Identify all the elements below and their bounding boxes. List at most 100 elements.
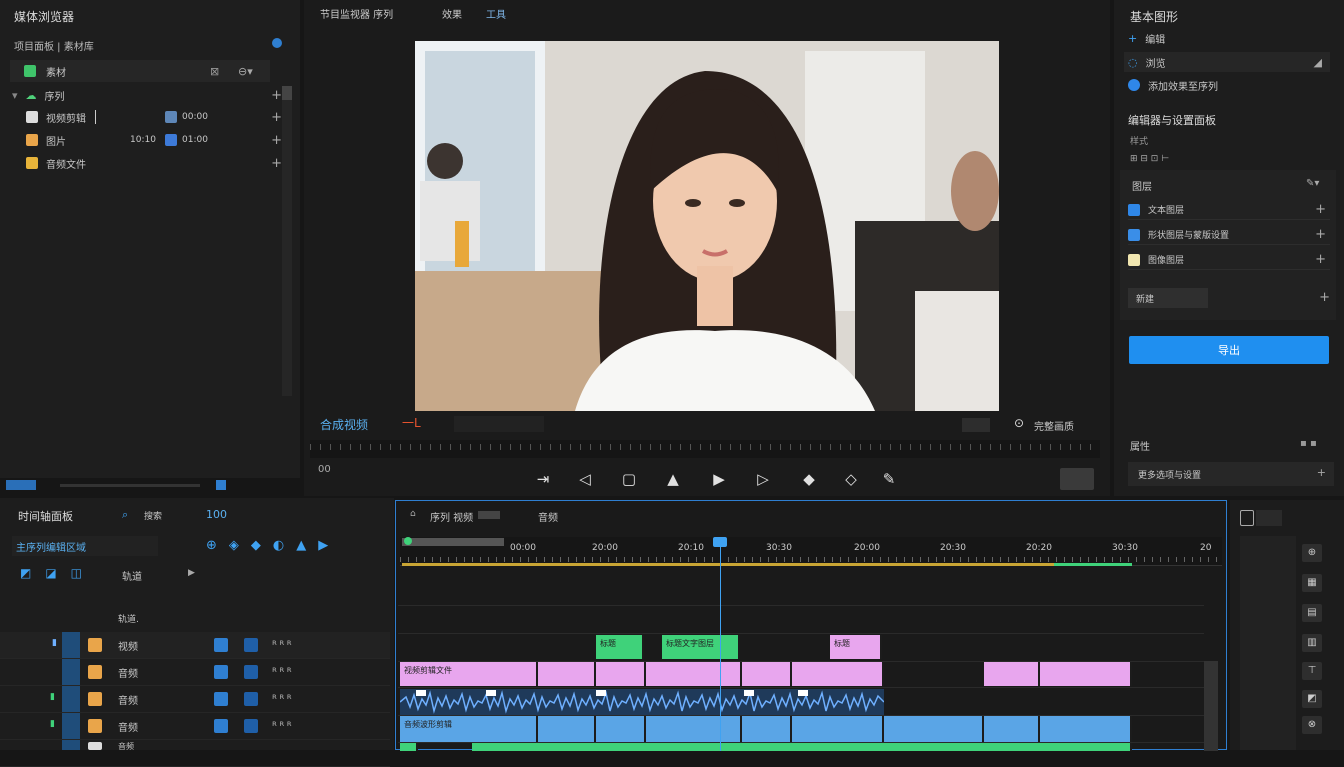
audio-clip[interactable]: 音频波形剪辑: [400, 716, 538, 742]
eye-icon[interactable]: [62, 713, 80, 739]
search-row[interactable]: 素材 ⊠ ⊖▾: [10, 60, 270, 82]
layer-image[interactable]: 图像图层 +: [1128, 250, 1330, 270]
list-view-icon[interactable]: ⊠: [210, 65, 219, 78]
mute-icon[interactable]: ▮: [50, 692, 55, 702]
hand-tool-icon[interactable]: ⊗: [1302, 716, 1322, 734]
video-clip[interactable]: [646, 662, 742, 686]
keyframe-marker[interactable]: [798, 690, 808, 696]
track-select-icon[interactable]: ▦: [1302, 574, 1322, 592]
stop-icon[interactable]: ▢: [618, 468, 640, 490]
sync-icon[interactable]: [244, 638, 258, 652]
timecode[interactable]: 合成视频: [320, 416, 368, 433]
track-row[interactable]: ▮ 音频 ʀ ʀ ʀ: [0, 713, 390, 740]
track-row[interactable]: 音频: [0, 740, 390, 767]
toggle-icon[interactable]: [214, 719, 228, 733]
audio-clip[interactable]: [646, 716, 742, 742]
search-text[interactable]: 搜索: [144, 509, 162, 522]
scrubber-ruler[interactable]: [310, 440, 1100, 458]
layer-shape[interactable]: 形状图层与蒙版设置 +: [1128, 225, 1330, 245]
step-back-icon[interactable]: ⇥: [532, 468, 554, 490]
align-icons[interactable]: ⊞ ⊟ ⊡ ⊢: [1130, 154, 1169, 164]
filter-icon[interactable]: ⊖▾: [238, 65, 253, 78]
menu-item-browse[interactable]: ◌ 浏览 ◢: [1124, 52, 1330, 72]
audio-clip[interactable]: [538, 716, 596, 742]
list-item[interactable]: 视频剪辑 00:00 +: [0, 108, 300, 126]
slip-icon[interactable]: ⊤: [1302, 662, 1322, 680]
step-forward-icon[interactable]: ▷: [752, 468, 774, 490]
menu-item-edit[interactable]: + 编辑: [1124, 28, 1330, 48]
eye-icon[interactable]: [62, 740, 80, 750]
add-icon[interactable]: +: [1315, 202, 1326, 217]
title-clip[interactable]: 标题: [596, 635, 644, 659]
keyframe-marker[interactable]: [486, 690, 496, 696]
tools-tab-icon[interactable]: [1240, 510, 1254, 526]
razor-icon[interactable]: ▥: [1302, 634, 1322, 652]
play-back-icon[interactable]: ◁: [574, 468, 596, 490]
timecode-field[interactable]: [454, 416, 544, 432]
audio-clip[interactable]: [1040, 716, 1132, 742]
scrollbar-thumb[interactable]: [282, 86, 292, 100]
mute-icon[interactable]: ▮: [50, 719, 55, 729]
sync-icon[interactable]: [244, 719, 258, 733]
view-toggle-icon[interactable]: [6, 480, 36, 490]
track-tool-icons[interactable]: ◩◪◫: [20, 566, 96, 580]
sync-icon[interactable]: [244, 692, 258, 706]
add-icon[interactable]: +: [271, 156, 282, 171]
eye-icon[interactable]: [62, 659, 80, 685]
tool-icons[interactable]: ⊕◈◆◐▲▶: [206, 538, 340, 553]
selection-tool-icon[interactable]: ⊕: [1302, 544, 1322, 562]
layer-text[interactable]: 文本图层 +: [1128, 200, 1330, 220]
track-lane[interactable]: [398, 635, 1204, 662]
marker-icon[interactable]: ◆: [798, 468, 820, 490]
in-marker[interactable]: 一L: [402, 414, 421, 431]
fit-label[interactable]: 完整画质: [1034, 418, 1074, 433]
list-item[interactable]: 音频文件 +: [0, 154, 300, 172]
expand-icon[interactable]: ▾: [12, 89, 18, 102]
pen-icon[interactable]: ✎▾: [1306, 178, 1319, 189]
video-clip[interactable]: [1040, 662, 1132, 686]
timeline-tab-audio[interactable]: 音频: [538, 509, 558, 524]
ripple-edit-icon[interactable]: ▤: [1302, 604, 1322, 622]
track-row[interactable]: ▮ 音频 ʀ ʀ ʀ: [0, 686, 390, 713]
work-area-bar[interactable]: [402, 538, 504, 546]
in-point-icon[interactable]: [404, 537, 412, 545]
expand-arrow-icon[interactable]: ▶: [188, 568, 195, 578]
audio-clip[interactable]: [596, 716, 646, 742]
fit-icon[interactable]: ⊙: [1014, 416, 1024, 430]
title-clip[interactable]: 标题文字图层: [662, 635, 740, 659]
track-lane[interactable]: [398, 579, 1204, 606]
video-clip[interactable]: [984, 662, 1040, 686]
add-icon[interactable]: +: [1315, 252, 1326, 267]
tab-program[interactable]: 节目监视器 序列: [320, 6, 393, 21]
track-row[interactable]: 音频 ʀ ʀ ʀ: [0, 659, 390, 686]
audio-clip[interactable]: [984, 716, 1040, 742]
eye-icon[interactable]: [62, 686, 80, 712]
audio-clip[interactable]: [792, 716, 884, 742]
mark-in-icon[interactable]: ▲: [662, 468, 684, 490]
scrollbar[interactable]: [282, 86, 292, 396]
timeline-tab-video[interactable]: 序列 视频: [430, 509, 473, 524]
add-icon[interactable]: +: [1315, 227, 1326, 242]
sequence-field[interactable]: 主序列编辑区域: [12, 536, 158, 556]
title-clip[interactable]: 标题: [830, 635, 882, 659]
play-icon[interactable]: ▶: [708, 468, 730, 490]
toggle-icon[interactable]: [214, 638, 228, 652]
eye-icon[interactable]: [62, 632, 80, 658]
video-clip[interactable]: [538, 662, 596, 686]
footer-icons[interactable]: ▪ ▪: [1300, 438, 1317, 449]
project-path[interactable]: 项目面板 | 素材库: [14, 38, 94, 53]
tab-tools[interactable]: 工具: [486, 6, 506, 21]
more-settings-row[interactable]: 更多选项与设置 +: [1128, 462, 1334, 486]
toggle-icon[interactable]: [214, 665, 228, 679]
track-row[interactable]: ▮ 视频 ʀ ʀ ʀ: [0, 632, 390, 659]
video-clip[interactable]: [742, 662, 792, 686]
keyframe-marker[interactable]: [744, 690, 754, 696]
audio-clip[interactable]: [742, 716, 792, 742]
track-lane[interactable]: [398, 607, 1204, 634]
new-layer-row[interactable]: 新建: [1128, 288, 1208, 308]
settings-icon[interactable]: [272, 38, 282, 48]
snap-icon[interactable]: ⌕: [122, 508, 128, 522]
toggle-icon[interactable]: [214, 692, 228, 706]
timeline-scrollbar[interactable]: [1204, 661, 1218, 751]
add-icon[interactable]: +: [1319, 290, 1330, 305]
